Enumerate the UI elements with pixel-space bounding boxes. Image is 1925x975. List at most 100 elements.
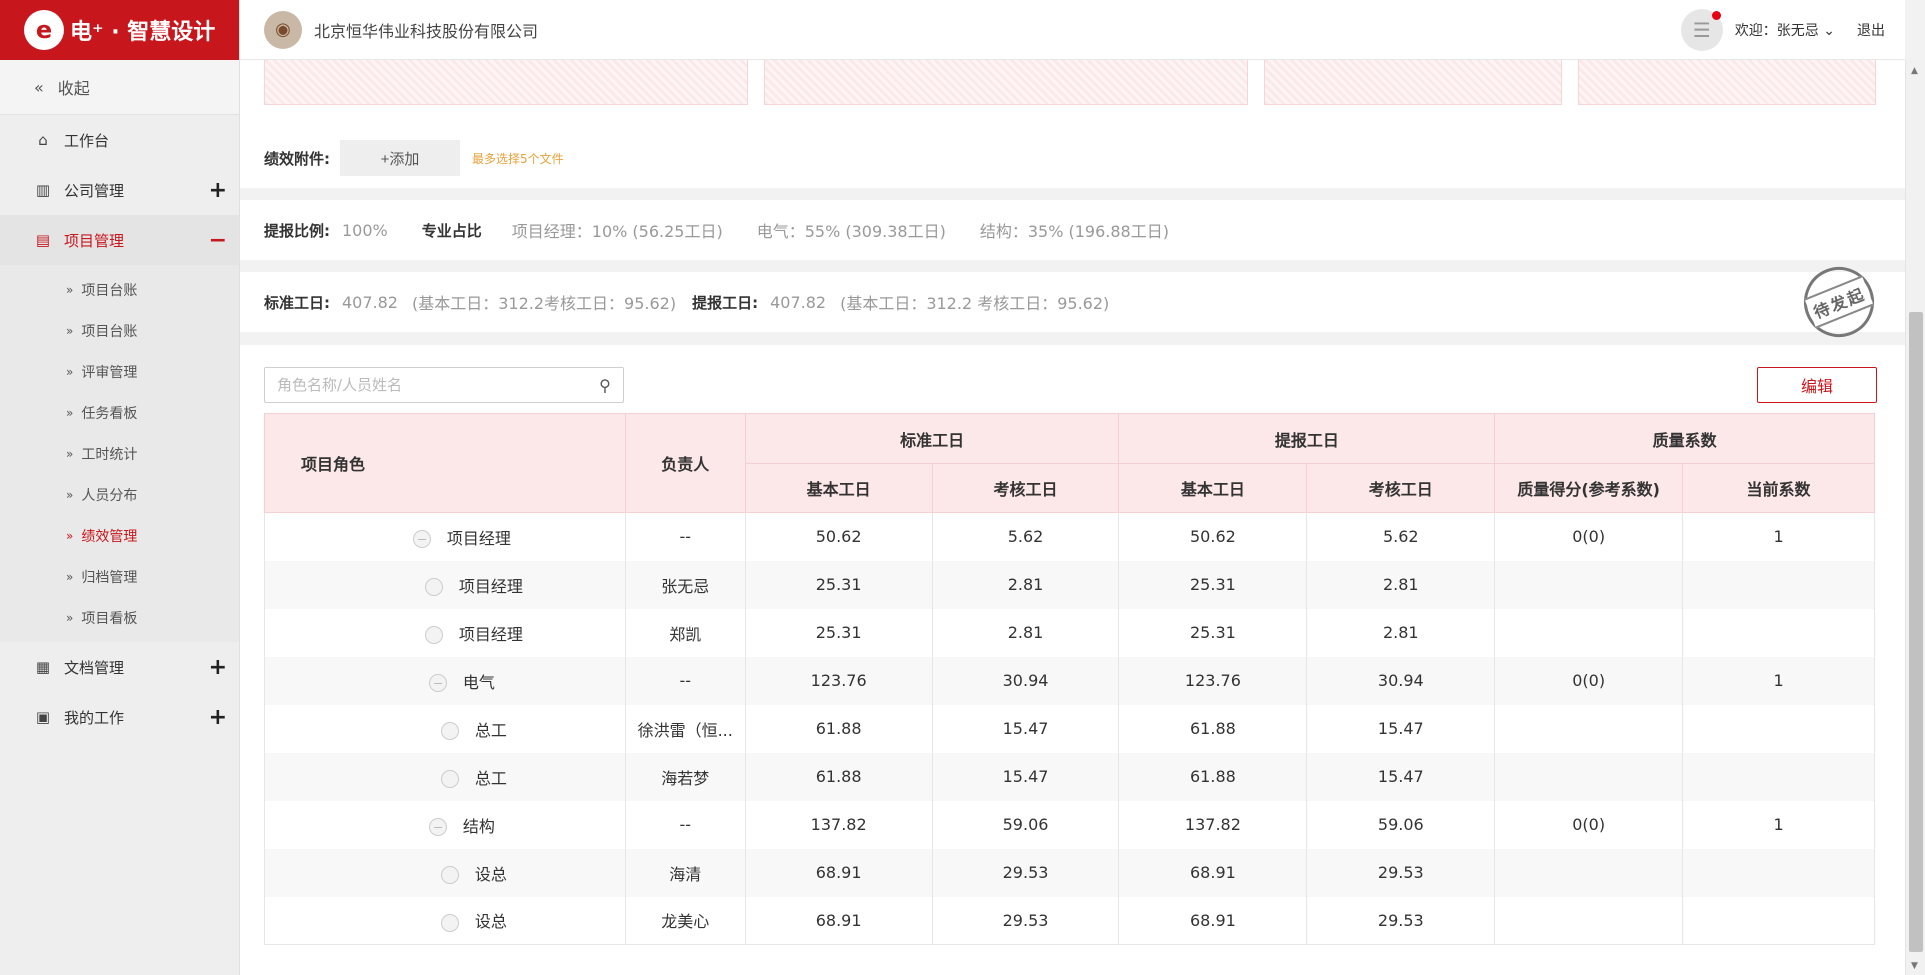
- collapse-minus-icon[interactable]: −: [209, 228, 227, 253]
- rep-assess-cell: 2.81: [1306, 560, 1496, 609]
- rep-basic-cell: 61.88: [1118, 704, 1308, 753]
- std-basic-cell: 68.91: [744, 896, 933, 945]
- welcome-text: 欢迎：张无忌: [1734, 23, 1819, 39]
- performance-table: 项目角色 负责人 标准工日 提报工日 质量系数 基本工日 考核工日 基本工日 考…: [264, 413, 1875, 945]
- collapse-sidebar-button[interactable]: « 收起: [0, 60, 239, 115]
- std-workdays-detail: (基本工日：312.2考核工日：95.62): [411, 294, 677, 313]
- coef-cell: 1: [1682, 800, 1875, 849]
- expand-plus-icon[interactable]: +: [209, 655, 227, 680]
- leaf-dot-icon: [440, 722, 459, 740]
- table-row: 总工 徐洪雷（恒... 61.88 15.47 61.88 15.47: [264, 704, 1875, 753]
- table-row: 设总 龙美心 68.91 29.53 68.91 29.53: [264, 896, 1875, 945]
- user-avatar[interactable]: ☰: [1680, 9, 1723, 51]
- submenu-item-ledger[interactable]: » 项目台账: [0, 269, 239, 310]
- collapse-row-icon[interactable]: [428, 818, 447, 836]
- double-chevron-right-icon: »: [66, 446, 74, 461]
- table-row: 项目经理 郑凯 25.31 2.81 25.31 2.81: [264, 608, 1875, 657]
- score-cell: 0(0): [1494, 512, 1684, 561]
- rep-basic-cell: 137.82: [1118, 800, 1308, 849]
- sidebar-item-company[interactable]: ▥ 公司管理 +: [0, 165, 239, 215]
- submenu-item-ledger-2[interactable]: » 项目台账: [0, 310, 239, 351]
- collapse-label: 收起: [57, 79, 90, 98]
- std-assess-cell: 2.81: [931, 560, 1120, 609]
- submenu-item-review[interactable]: » 评审管理: [0, 351, 239, 392]
- user-menu-dropdown[interactable]: 欢迎：张无忌 ⌄: [1735, 20, 1835, 40]
- sidebar-item-my-work[interactable]: ▣ 我的工作 +: [0, 692, 239, 742]
- logout-link[interactable]: 退出: [1857, 20, 1885, 40]
- search-icon[interactable]: ⚲: [587, 376, 623, 395]
- app-logo[interactable]: e 电⁺ · 智慧设计: [0, 0, 239, 60]
- company-name: 北京恒华伟业科技股份有限公司: [314, 21, 539, 41]
- rep-assess-cell: 2.81: [1306, 608, 1496, 657]
- leaf-dot-icon: [440, 866, 459, 884]
- std-assess-cell: 15.47: [931, 704, 1120, 753]
- share-structure: 结构：35% (196.88工日): [979, 222, 1169, 241]
- sidebar-item-project[interactable]: ▤ 项目管理 −: [0, 215, 239, 265]
- submenu-item-task-board[interactable]: » 任务看板: [0, 392, 239, 433]
- leaf-dot-icon: [440, 770, 459, 788]
- sidebar-item-documents[interactable]: ▦ 文档管理 +: [0, 642, 239, 692]
- table-row: 结构 -- 137.82 59.06 137.82 59.06 0(0) 1: [264, 800, 1875, 849]
- header-quality: 质量系数: [1494, 413, 1875, 464]
- double-chevron-right-icon: »: [66, 528, 74, 543]
- rep-basic-cell: 61.88: [1118, 752, 1308, 801]
- std-basic-cell: 25.31: [744, 608, 933, 657]
- double-chevron-right-icon: »: [66, 282, 74, 297]
- owner-cell: --: [624, 800, 746, 849]
- score-cell: [1494, 752, 1684, 801]
- double-chevron-right-icon: »: [66, 405, 74, 420]
- stamp-image[interactable]: [264, 60, 748, 105]
- scrollbar-thumb[interactable]: [1909, 312, 1923, 952]
- submenu-item-project-board[interactable]: » 项目看板: [0, 597, 239, 638]
- stamp-image[interactable]: [1264, 60, 1562, 105]
- std-basic-cell: 25.31: [744, 560, 933, 609]
- add-attachment-button[interactable]: +添加: [340, 140, 460, 176]
- user-area: ☰ 欢迎：张无忌 ⌄ 退出: [1680, 0, 1885, 60]
- share-electric: 电气：55% (309.38工日): [756, 222, 946, 241]
- submenu-label: 评审管理: [81, 364, 138, 381]
- edit-button[interactable]: 编辑: [1757, 367, 1877, 403]
- sidebar-item-label: 文档管理: [64, 658, 125, 677]
- table-row: 项目经理 -- 50.62 5.62 50.62 5.62 0(0) 1: [264, 512, 1875, 561]
- std-assess-cell: 30.94: [931, 656, 1120, 705]
- rep-basic-cell: 50.62: [1118, 512, 1308, 561]
- vertical-scrollbar[interactable]: ▲ ▼: [1905, 60, 1925, 975]
- rep-assess-cell: 15.47: [1306, 704, 1496, 753]
- owner-cell: --: [624, 656, 746, 705]
- collapse-row-icon[interactable]: [412, 530, 431, 549]
- std-assess-cell: 2.81: [931, 608, 1120, 657]
- std-basic-cell: 123.76: [744, 656, 933, 705]
- std-basic-cell: 50.62: [744, 512, 933, 561]
- submenu-label: 项目台账: [81, 282, 138, 299]
- rep-basic-cell: 68.91: [1118, 848, 1308, 897]
- submenu-item-archive[interactable]: » 归档管理: [0, 556, 239, 597]
- submenu-item-hours[interactable]: » 工时统计: [0, 433, 239, 474]
- stamp-image[interactable]: [764, 60, 1248, 105]
- submenu-label: 项目台账: [81, 323, 138, 340]
- score-cell: [1494, 704, 1684, 753]
- double-chevron-right-icon: »: [66, 364, 74, 379]
- sidebar-item-workbench[interactable]: ⌂ 工作台: [0, 115, 239, 165]
- submenu-item-performance[interactable]: » 绩效管理: [0, 515, 239, 556]
- scroll-up-icon[interactable]: ▲: [1911, 66, 1918, 76]
- ratio-value: 100%: [342, 220, 388, 240]
- sidebar-item-label: 项目管理: [64, 231, 125, 250]
- search-box: ⚲: [264, 367, 624, 403]
- project-submenu: » 项目台账 » 项目台账 » 评审管理 » 任务看板 » 工时统计 » 人员分布 » 绩效管…: [0, 265, 239, 642]
- expand-plus-icon[interactable]: +: [209, 178, 227, 203]
- rep-basic-cell: 68.91: [1118, 896, 1308, 945]
- owner-cell: 郑凯: [624, 608, 746, 657]
- submenu-label: 工时统计: [81, 446, 138, 463]
- std-workdays-value: 407.82: [342, 292, 398, 312]
- rep-assess-cell: 59.06: [1306, 800, 1496, 849]
- stamp-image[interactable]: [1578, 60, 1876, 105]
- expand-plus-icon[interactable]: +: [209, 705, 227, 730]
- scroll-down-icon[interactable]: ▼: [1911, 961, 1918, 971]
- leaf-dot-icon: [440, 913, 459, 932]
- collapse-row-icon[interactable]: [428, 674, 447, 692]
- submenu-label: 项目看板: [81, 610, 138, 627]
- score-cell: [1494, 848, 1684, 897]
- search-input[interactable]: [265, 368, 587, 402]
- submenu-item-staffing[interactable]: » 人员分布: [0, 474, 239, 515]
- ratio-panel: 提报比例: 100% 专业占比 项目经理：10% (56.25工日) 电气：55…: [240, 200, 1905, 260]
